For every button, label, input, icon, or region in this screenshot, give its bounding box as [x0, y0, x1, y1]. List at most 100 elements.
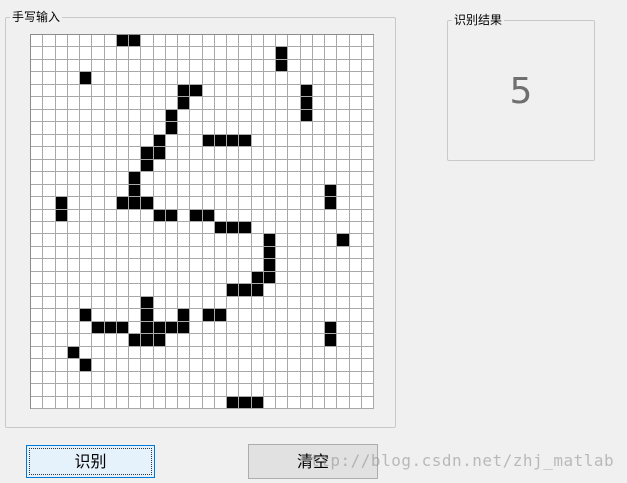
grid-cell[interactable] [154, 72, 166, 85]
grid-cell[interactable] [227, 197, 239, 210]
grid-cell[interactable] [215, 297, 227, 309]
grid-cell[interactable] [31, 135, 43, 147]
grid-cell[interactable] [313, 234, 325, 247]
grid-cell[interactable] [190, 322, 203, 334]
grid-cell[interactable] [313, 359, 325, 372]
grid-cell[interactable] [154, 172, 166, 185]
grid-cell[interactable] [252, 234, 264, 247]
grid-cell[interactable] [276, 122, 288, 135]
grid-cell[interactable] [325, 122, 337, 135]
grid-cell[interactable] [141, 372, 154, 384]
grid-cell[interactable] [105, 309, 117, 322]
clear-button[interactable]: 清空 [248, 444, 378, 479]
grid-cell[interactable] [43, 222, 56, 234]
grid-cell[interactable] [166, 72, 178, 85]
grid-cell[interactable] [154, 284, 166, 297]
grid-cell[interactable] [325, 60, 337, 72]
grid-cell[interactable] [301, 72, 313, 85]
grid-cell[interactable] [215, 160, 227, 172]
grid-cell[interactable] [203, 384, 215, 397]
grid-cell[interactable] [252, 72, 264, 85]
grid-cell[interactable] [264, 72, 276, 85]
grid-cell[interactable] [215, 372, 227, 384]
grid-cell[interactable] [313, 72, 325, 85]
grid-cell[interactable] [166, 284, 178, 297]
grid-cell[interactable] [288, 160, 301, 172]
grid-cell[interactable] [288, 185, 301, 197]
grid-cell[interactable] [129, 97, 141, 110]
grid-cell[interactable] [56, 60, 68, 72]
grid-cell[interactable] [276, 110, 288, 122]
grid-cell[interactable] [178, 72, 190, 85]
grid-cell[interactable] [117, 309, 129, 322]
grid-cell[interactable] [350, 122, 362, 135]
handwriting-grid[interactable] [30, 34, 374, 409]
grid-cell[interactable] [141, 284, 154, 297]
grid-cell[interactable] [337, 185, 350, 197]
grid-cell[interactable] [43, 384, 56, 397]
grid-cell[interactable] [288, 284, 301, 297]
grid-cell[interactable] [92, 384, 105, 397]
grid-cell[interactable] [288, 60, 301, 72]
grid-cell[interactable] [252, 272, 264, 284]
grid-cell[interactable] [117, 347, 129, 359]
grid-cell[interactable] [141, 334, 154, 347]
grid-cell[interactable] [92, 259, 105, 272]
grid-cell[interactable] [31, 197, 43, 210]
grid-cell[interactable] [301, 97, 313, 110]
grid-cell[interactable] [178, 197, 190, 210]
grid-cell[interactable] [239, 47, 252, 60]
grid-cell[interactable] [252, 384, 264, 397]
grid-cell[interactable] [264, 297, 276, 309]
grid-cell[interactable] [276, 172, 288, 185]
grid-cell[interactable] [129, 160, 141, 172]
grid-cell[interactable] [190, 234, 203, 247]
grid-cell[interactable] [325, 210, 337, 222]
grid-cell[interactable] [68, 72, 80, 85]
grid-cell[interactable] [301, 85, 313, 97]
grid-cell[interactable] [337, 284, 350, 297]
grid-cell[interactable] [80, 234, 92, 247]
grid-cell[interactable] [325, 72, 337, 85]
grid-cell[interactable] [166, 297, 178, 309]
grid-cell[interactable] [56, 322, 68, 334]
grid-cell[interactable] [288, 322, 301, 334]
grid-cell[interactable] [239, 359, 252, 372]
grid-cell[interactable] [252, 259, 264, 272]
grid-cell[interactable] [313, 110, 325, 122]
grid-cell[interactable] [264, 197, 276, 210]
grid-cell[interactable] [129, 372, 141, 384]
grid-cell[interactable] [31, 160, 43, 172]
grid-cell[interactable] [362, 222, 374, 234]
grid-cell[interactable] [203, 372, 215, 384]
grid-cell[interactable] [276, 272, 288, 284]
grid-cell[interactable] [203, 347, 215, 359]
grid-cell[interactable] [178, 284, 190, 297]
grid-cell[interactable] [92, 110, 105, 122]
grid-cell[interactable] [43, 309, 56, 322]
grid-cell[interactable] [362, 172, 374, 185]
grid-cell[interactable] [92, 372, 105, 384]
grid-cell[interactable] [276, 284, 288, 297]
grid-cell[interactable] [92, 122, 105, 135]
grid-cell[interactable] [154, 135, 166, 147]
grid-cell[interactable] [92, 297, 105, 309]
grid-cell[interactable] [190, 372, 203, 384]
grid-cell[interactable] [166, 347, 178, 359]
grid-cell[interactable] [68, 334, 80, 347]
grid-cell[interactable] [362, 359, 374, 372]
grid-cell[interactable] [239, 135, 252, 147]
grid-cell[interactable] [313, 185, 325, 197]
grid-cell[interactable] [31, 259, 43, 272]
grid-cell[interactable] [141, 309, 154, 322]
grid-cell[interactable] [68, 47, 80, 60]
grid-cell[interactable] [362, 309, 374, 322]
grid-cell[interactable] [337, 309, 350, 322]
grid-cell[interactable] [252, 47, 264, 60]
grid-cell[interactable] [288, 334, 301, 347]
grid-cell[interactable] [350, 35, 362, 47]
grid-cell[interactable] [129, 210, 141, 222]
grid-cell[interactable] [350, 347, 362, 359]
grid-cell[interactable] [105, 397, 117, 409]
grid-cell[interactable] [264, 359, 276, 372]
